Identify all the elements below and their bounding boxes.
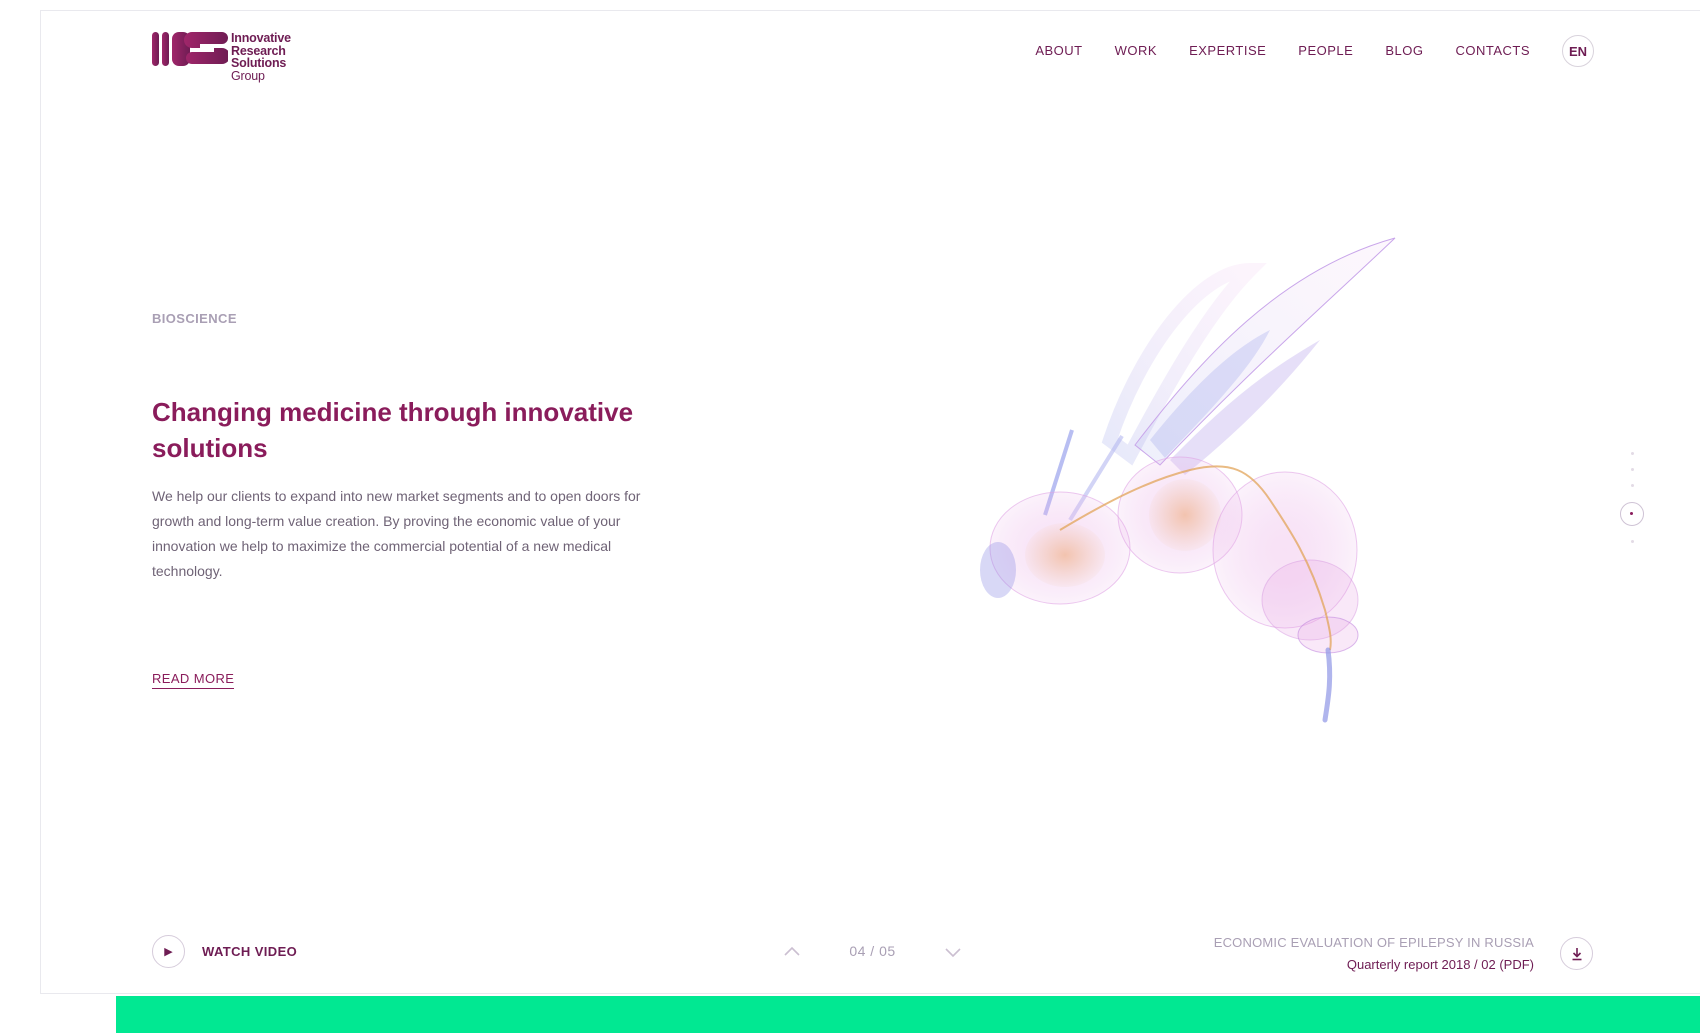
hero-category: BIOSCIENCE [152, 311, 237, 326]
nav-item-contacts[interactable]: CONTACTS [1455, 35, 1530, 67]
language-switcher[interactable]: EN [1562, 35, 1594, 67]
download-icon [1572, 947, 1581, 960]
accent-bar [116, 996, 1700, 1033]
slide-counter: 04 / 05 [849, 943, 896, 959]
hero-title: Changing medicine through innovative sol… [152, 397, 634, 463]
report-subtitle: Quarterly report 2018 / 02 (PDF) [1346, 957, 1534, 972]
logo-wordmark: Innovative Research Solutions Group [231, 32, 291, 82]
logo-line: Group [231, 68, 265, 83]
slide-pager: 04 / 05 [780, 940, 965, 964]
nav-item-about[interactable]: ABOUT [1035, 35, 1082, 67]
watch-video-label: WATCH VIDEO [202, 944, 298, 959]
read-more-link[interactable]: READ MORE [152, 671, 235, 689]
slide-dot[interactable] [1631, 540, 1634, 543]
bee-illustration [980, 237, 1396, 723]
logo-mark-icon [152, 32, 228, 66]
main-nav: ABOUT WORK EXPERTISE PEOPLE BLOG CONTACT… [1035, 35, 1594, 67]
slide-indicator [1617, 452, 1647, 552]
hero-description: We help our clients to expand into new m… [152, 488, 641, 579]
play-icon: ▶ [152, 935, 185, 968]
slide-dot[interactable] [1631, 452, 1634, 455]
chevron-down-icon[interactable] [941, 940, 965, 964]
slide-dot-active[interactable] [1620, 502, 1644, 526]
watch-video-button[interactable]: ▶ WATCH VIDEO [152, 935, 297, 968]
report-title: ECONOMIC EVALUATION OF EPILEPSY IN RUSSI… [1213, 935, 1534, 950]
logo-line: Solutions [231, 56, 287, 70]
download-button[interactable] [1560, 937, 1593, 970]
logo-line: Innovative [231, 31, 291, 45]
report-link[interactable]: ECONOMIC EVALUATION OF EPILEPSY IN RUSSI… [1214, 932, 1534, 976]
nav-item-people[interactable]: PEOPLE [1298, 35, 1353, 67]
nav-item-expertise[interactable]: EXPERTISE [1189, 35, 1266, 67]
company-logo[interactable]: Innovative Research Solutions Group [152, 30, 302, 86]
nav-item-blog[interactable]: BLOG [1385, 35, 1423, 67]
nav-item-work[interactable]: WORK [1115, 35, 1157, 67]
slide-dot[interactable] [1631, 484, 1634, 487]
slide-dot[interactable] [1631, 468, 1634, 471]
